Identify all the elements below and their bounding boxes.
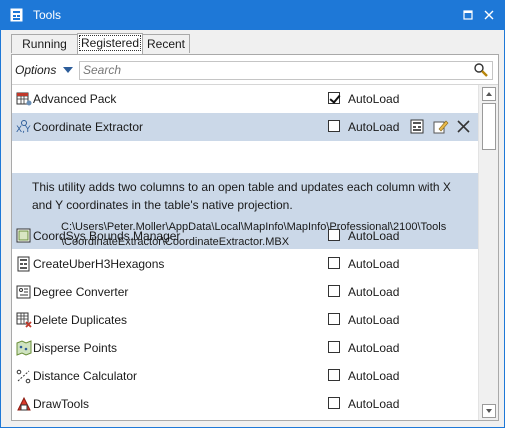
search-input[interactable]: [80, 62, 463, 77]
tool-name: Distance Calculator: [33, 369, 138, 383]
tool-row-degree-converter[interactable]: Degree Converter AutoLoad: [12, 278, 478, 306]
restore-icon[interactable]: [460, 7, 476, 23]
autoload-label: AutoLoad: [348, 313, 400, 327]
search-icon[interactable]: [473, 62, 489, 78]
tools-window: Tools Running Registered Recent Options: [0, 0, 505, 428]
autoload-checkbox[interactable]: [328, 397, 340, 409]
autoload-checkbox[interactable]: [328, 92, 340, 104]
tool-icon: [17, 256, 30, 272]
tab-registered-label: Registered: [78, 35, 142, 51]
xy-coordinate-icon: X,Y: [16, 120, 31, 135]
tool-row-delete-duplicates[interactable]: Delete Duplicates AutoLoad: [12, 306, 478, 334]
autoload-checkbox[interactable]: [328, 341, 340, 353]
draw-tools-icon: [17, 396, 31, 411]
tool-row-distance-calculator[interactable]: Distance Calculator AutoLoad: [12, 362, 478, 390]
autoload-label: AutoLoad: [348, 229, 400, 243]
tool-row-disperse-points[interactable]: Disperse Points AutoLoad: [12, 334, 478, 362]
bounds-icon: [16, 228, 31, 243]
disperse-points-icon: [16, 340, 32, 356]
autoload-checkbox[interactable]: [328, 285, 340, 297]
svg-text:X,Y: X,Y: [16, 125, 31, 135]
autoload-checkbox[interactable]: [328, 120, 340, 132]
chevron-down-icon: [486, 409, 492, 413]
tool-name: CoordSys Bounds Manager: [33, 229, 181, 243]
tool-name: Degree Converter: [33, 285, 129, 299]
tool-name: DrawTools: [33, 397, 90, 411]
autoload-checkbox[interactable]: [328, 229, 340, 241]
tool-name: CreateUberH3Hexagons: [33, 257, 165, 271]
autoload-label: AutoLoad: [348, 285, 400, 299]
unregister-icon[interactable]: [455, 118, 472, 135]
tool-name: Delete Duplicates: [33, 313, 128, 327]
window-title: Tools: [33, 8, 62, 22]
options-dropdown-icon[interactable]: [63, 67, 73, 73]
options-menu[interactable]: Options: [15, 63, 56, 77]
tool-row-coordinate-extractor[interactable]: X,Y Coordinate Extractor AutoLoad: [12, 113, 478, 141]
title-bar[interactable]: Tools: [1, 1, 504, 30]
tab-running-label: Running: [22, 37, 67, 51]
autoload-label: AutoLoad: [348, 369, 400, 383]
distance-icon: [16, 369, 31, 384]
delete-duplicates-icon: [16, 312, 32, 328]
close-icon[interactable]: [481, 7, 497, 23]
tool-description: This utility adds two columns to an open…: [32, 180, 451, 212]
tab-registered[interactable]: Registered: [77, 33, 143, 54]
scroll-down-button[interactable]: [482, 404, 496, 418]
tool-row-drawtools[interactable]: DrawTools AutoLoad: [12, 390, 478, 418]
tool-list: Advanced Pack AutoLoad X,Y Coordinate Ex…: [12, 85, 478, 420]
autoload-label: AutoLoad: [348, 257, 400, 271]
tool-name: Disperse Points: [33, 341, 118, 355]
tool-name: Advanced Pack: [33, 92, 117, 106]
options-bar: Options: [12, 55, 498, 85]
tool-row-advanced-pack[interactable]: Advanced Pack AutoLoad: [12, 85, 478, 113]
autoload-checkbox[interactable]: [328, 313, 340, 325]
degree-icon: [16, 285, 31, 299]
autoload-checkbox[interactable]: [328, 369, 340, 381]
autoload-checkbox[interactable]: [328, 257, 340, 269]
tool-row-createuberh3hexagons[interactable]: CreateUberH3Hexagons AutoLoad: [12, 250, 478, 278]
tools-app-icon: [10, 8, 23, 22]
tab-running[interactable]: Running: [11, 34, 78, 53]
tool-name: Coordinate Extractor: [33, 120, 144, 134]
scroll-up-button[interactable]: [482, 87, 496, 101]
autoload-label: AutoLoad: [348, 120, 400, 134]
chevron-up-icon: [486, 92, 492, 96]
search-box[interactable]: [79, 61, 493, 80]
edit-icon[interactable]: [432, 118, 449, 135]
run-tool-icon[interactable]: [409, 118, 426, 135]
scroll-thumb[interactable]: [482, 103, 496, 150]
vertical-scrollbar[interactable]: [478, 85, 498, 420]
autoload-label: AutoLoad: [348, 92, 400, 106]
autoload-label: AutoLoad: [348, 341, 400, 355]
registered-panel: Options Advanced Pack: [11, 54, 499, 421]
table-gear-icon: [16, 92, 32, 106]
tab-recent[interactable]: Recent: [142, 34, 190, 53]
tab-recent-label: Recent: [146, 37, 186, 51]
autoload-label: AutoLoad: [348, 397, 400, 411]
tool-row-coordsys-bounds-manager[interactable]: CoordSys Bounds Manager AutoLoad: [12, 222, 478, 250]
